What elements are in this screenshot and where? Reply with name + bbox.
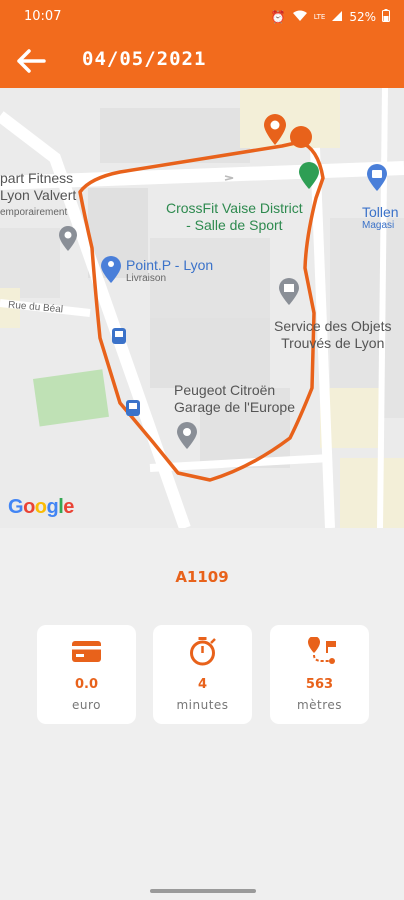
stat-value: 0.0 xyxy=(74,677,99,692)
stat-unit: mètres xyxy=(296,698,343,712)
map-label-peugeot: Peugeot Citroën Garage de l'Europe xyxy=(174,382,295,416)
location-marker-icon xyxy=(59,226,77,251)
back-button[interactable] xyxy=(14,46,48,76)
stat-card-distance: 563 mètres xyxy=(270,625,369,724)
route-icon xyxy=(308,637,336,664)
trip-summary: A1109 0.0 euro 4 minutes 563 mètres xyxy=(0,528,404,900)
map-label-crossfit: CrossFit Vaise District - Salle de Sport xyxy=(166,200,303,234)
store-marker-icon xyxy=(101,256,121,283)
app-bar: 04/05/2021 xyxy=(0,34,404,88)
home-indicator[interactable] xyxy=(150,889,256,893)
credit-card-icon xyxy=(72,641,101,662)
battery-text: 52% xyxy=(349,10,376,24)
route-map[interactable]: part Fitness Lyon Valvert emporairement … xyxy=(0,88,404,528)
map-label-service-line: Service des Objets xyxy=(274,318,392,334)
bus-stop-icon xyxy=(112,328,126,344)
building-marker-icon xyxy=(279,278,299,305)
page-title: 04/05/2021 xyxy=(82,48,207,70)
stat-unit: minutes xyxy=(176,698,229,712)
map-label-pointp: Point.P - Lyon Livraison xyxy=(126,257,213,284)
stat-value: 563 xyxy=(305,677,334,692)
map-label-tollens-line: Tollen xyxy=(362,204,399,220)
shop-marker-icon xyxy=(367,164,387,191)
vehicle-id: A1109 xyxy=(175,568,229,586)
map-label-gym: part Fitness Lyon Valvert emporairement xyxy=(0,170,76,221)
google-logo: Google xyxy=(8,496,74,518)
stat-card-cost: 0.0 euro xyxy=(37,625,136,724)
stopwatch-icon xyxy=(190,637,216,666)
stat-unit: euro xyxy=(72,698,101,712)
map-label-gym-line: part Fitness xyxy=(0,170,74,186)
network-type: LTE xyxy=(313,12,326,21)
status-icons: ⏰ LTE 52% xyxy=(271,9,390,25)
bus-stop-icon xyxy=(126,400,140,416)
map-label-service-line: Trouvés de Lyon xyxy=(281,335,385,351)
end-point-icon xyxy=(290,126,312,148)
arrow-left-icon xyxy=(17,49,46,73)
status-bar: 10:07 ⏰ LTE 52% xyxy=(0,0,404,34)
map-label-tollens: Tollen Magasi xyxy=(362,204,399,231)
map-label-peugeot-line: Peugeot Citroën xyxy=(174,382,276,398)
signal-icon xyxy=(331,10,343,25)
map-label-pointp-line: Livraison xyxy=(126,273,167,284)
map-label-pointp-line: Point.P - Lyon xyxy=(126,257,214,273)
gym-marker-icon xyxy=(299,162,319,189)
wifi-icon xyxy=(292,10,308,25)
garage-marker-icon xyxy=(177,422,197,449)
map-label-crossfit-line: CrossFit Vaise District xyxy=(166,200,303,216)
stat-card-duration: 4 minutes xyxy=(153,625,252,724)
map-label-gym-line: Lyon Valvert xyxy=(0,187,77,203)
battery-icon xyxy=(382,9,390,25)
map-pin-icon xyxy=(264,114,286,145)
map-label-service: Service des Objets Trouvés de Lyon xyxy=(274,318,392,352)
map-label-gym-line: emporairement xyxy=(0,207,68,218)
map-label-tollens-line: Magasi xyxy=(362,220,395,231)
alarm-icon: ⏰ xyxy=(270,10,286,24)
map-label-crossfit-line: - Salle de Sport xyxy=(186,217,283,233)
map-label-peugeot-line: Garage de l'Europe xyxy=(174,399,295,415)
status-time: 10:07 xyxy=(24,9,62,24)
stat-value: 4 xyxy=(197,677,208,692)
